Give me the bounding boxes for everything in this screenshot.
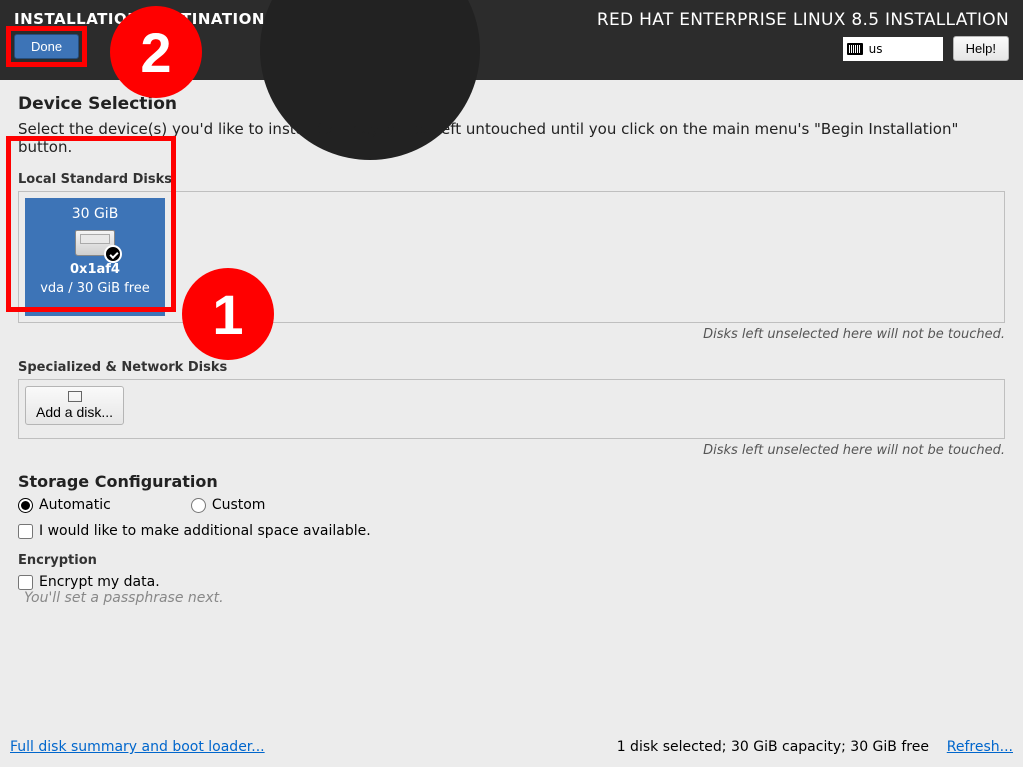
- add-disk-button[interactable]: Add a disk...: [25, 386, 124, 425]
- checkbox-encrypt-input[interactable]: [18, 575, 33, 590]
- installation-title: RED HAT ENTERPRISE LINUX 8.5 INSTALLATIO…: [597, 10, 1009, 30]
- encryption-heading: Encryption: [18, 553, 1005, 568]
- network-disks-label: Specialized & Network Disks: [18, 360, 1005, 375]
- radio-automatic-label: Automatic: [39, 497, 111, 513]
- checkbox-additional-space-label: I would like to make additional space av…: [39, 523, 371, 539]
- radio-custom[interactable]: Custom: [191, 497, 266, 513]
- radio-custom-label: Custom: [212, 497, 266, 513]
- annotation-box-done: [6, 26, 87, 67]
- keyboard-icon: [847, 43, 863, 55]
- add-disk-label: Add a disk...: [36, 404, 113, 420]
- checkbox-encrypt-label: Encrypt my data.: [39, 574, 160, 590]
- footer-status: 1 disk selected; 30 GiB capacity; 30 GiB…: [617, 739, 929, 755]
- local-disks-note: Disks left unselected here will not be t…: [18, 327, 1005, 342]
- help-button[interactable]: Help!: [953, 36, 1009, 61]
- network-disks-note: Disks left unselected here will not be t…: [18, 443, 1005, 458]
- footer-right: 1 disk selected; 30 GiB capacity; 30 GiB…: [617, 739, 1013, 755]
- storage-config-heading: Storage Configuration: [18, 472, 1005, 491]
- checkbox-additional-space[interactable]: I would like to make additional space av…: [18, 523, 1005, 539]
- annotation-circle-1: 1: [182, 268, 274, 360]
- keyboard-layout-label: us: [869, 42, 883, 56]
- full-disk-summary-link[interactable]: Full disk summary and boot loader...: [10, 739, 265, 755]
- keyboard-layout-indicator[interactable]: us: [843, 37, 943, 61]
- encryption-hint: You'll set a passphrase next.: [24, 590, 224, 606]
- device-selection-heading: Device Selection: [18, 94, 1005, 114]
- annotation-box-disk: [6, 136, 176, 312]
- checkbox-additional-space-input[interactable]: [18, 524, 33, 539]
- disk-small-icon: [68, 391, 82, 402]
- annotation-circle-2: 2: [110, 6, 202, 98]
- network-disks-container: Add a disk...: [18, 379, 1005, 439]
- radio-automatic-input[interactable]: [18, 498, 33, 513]
- radio-custom-input[interactable]: [191, 498, 206, 513]
- content-area: Device Selection Select the device(s) yo…: [0, 80, 1023, 606]
- footer-bar: Full disk summary and boot loader... 1 d…: [0, 733, 1023, 767]
- checkbox-encrypt[interactable]: Encrypt my data.: [18, 574, 1005, 590]
- refresh-link[interactable]: Refresh...: [947, 739, 1013, 755]
- radio-automatic[interactable]: Automatic: [18, 497, 111, 513]
